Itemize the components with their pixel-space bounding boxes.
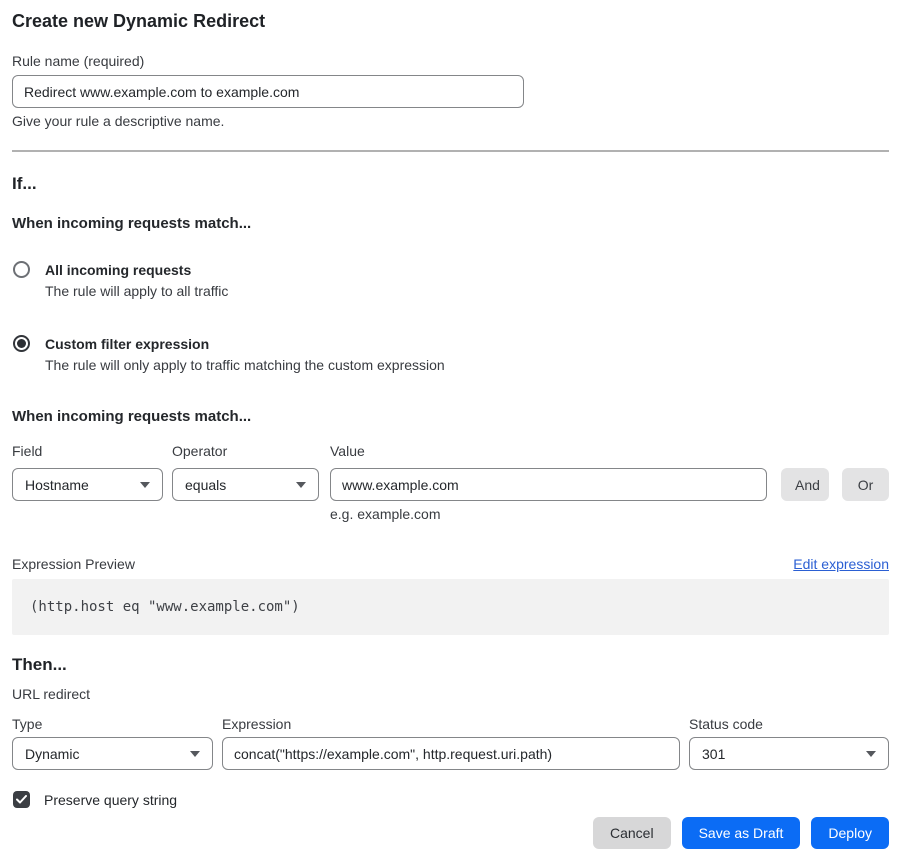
- or-button[interactable]: Or: [842, 468, 889, 501]
- status-code-label: Status code: [689, 716, 889, 733]
- then-heading: Then...: [12, 654, 889, 675]
- radio-option-custom-filter-expression[interactable]: Custom filter expression The rule will o…: [12, 335, 889, 374]
- status-code-select-value: 301: [702, 746, 725, 762]
- radio-label: All incoming requests: [45, 261, 228, 279]
- builder-heading: When incoming requests match...: [12, 407, 889, 426]
- deploy-button[interactable]: Deploy: [811, 817, 889, 849]
- preserve-query-string-label: Preserve query string: [44, 792, 177, 808]
- checkmark-icon: [16, 795, 27, 804]
- checkbox-checked-icon[interactable]: [13, 791, 30, 808]
- expression-input[interactable]: [222, 737, 680, 770]
- status-code-select[interactable]: 301: [689, 737, 889, 770]
- radio-button-icon[interactable]: [13, 335, 30, 352]
- value-label: Value: [330, 443, 767, 460]
- type-select-value: Dynamic: [25, 746, 79, 762]
- page-title: Create new Dynamic Redirect: [12, 10, 889, 32]
- radio-button-icon[interactable]: [13, 261, 30, 278]
- preserve-query-string-option[interactable]: Preserve query string: [12, 791, 889, 808]
- expression-preview-header: Expression Preview Edit expression: [12, 556, 889, 573]
- cancel-button[interactable]: Cancel: [593, 817, 671, 849]
- filter-builder-row: Field Hostname Operator equals Value e.g…: [12, 443, 889, 523]
- save-as-draft-button[interactable]: Save as Draft: [682, 817, 801, 849]
- radio-label: Custom filter expression: [45, 335, 445, 353]
- rule-name-input[interactable]: [12, 75, 524, 108]
- value-input[interactable]: [330, 468, 767, 501]
- edit-expression-link[interactable]: Edit expression: [793, 556, 889, 573]
- operator-select-value: equals: [185, 477, 226, 493]
- expression-preview-box: (http.host eq "www.example.com"): [12, 579, 889, 635]
- chevron-down-icon: [296, 482, 306, 488]
- rule-name-label: Rule name (required): [12, 53, 889, 70]
- form-actions: Cancel Save as Draft Deploy: [12, 817, 889, 849]
- if-match-heading: When incoming requests match...: [12, 214, 889, 233]
- operator-select[interactable]: equals: [172, 468, 319, 501]
- operator-label: Operator: [172, 443, 319, 460]
- field-select[interactable]: Hostname: [12, 468, 163, 501]
- radio-option-all-incoming-requests[interactable]: All incoming requests The rule will appl…: [12, 261, 889, 300]
- create-redirect-form: Create new Dynamic Redirect Rule name (r…: [0, 0, 907, 863]
- expression-preview-label: Expression Preview: [12, 556, 135, 573]
- if-heading: If...: [12, 173, 889, 194]
- value-helper: e.g. example.com: [330, 506, 767, 523]
- chevron-down-icon: [190, 751, 200, 757]
- rule-name-helper: Give your rule a descriptive name.: [12, 113, 889, 130]
- type-label: Type: [12, 716, 213, 733]
- radio-description: The rule will only apply to traffic matc…: [45, 356, 445, 374]
- chevron-down-icon: [140, 482, 150, 488]
- radio-description: The rule will apply to all traffic: [45, 282, 228, 300]
- and-button[interactable]: And: [781, 468, 829, 501]
- then-controls-row: Type Dynamic Expression Status code 301: [12, 716, 889, 770]
- expression-preview-code: (http.host eq "www.example.com"): [30, 599, 300, 615]
- section-divider: [12, 150, 889, 152]
- field-select-value: Hostname: [25, 477, 89, 493]
- type-select[interactable]: Dynamic: [12, 737, 213, 770]
- field-label: Field: [12, 443, 163, 460]
- url-redirect-label: URL redirect: [12, 686, 889, 703]
- expression-label: Expression: [222, 716, 680, 733]
- chevron-down-icon: [866, 751, 876, 757]
